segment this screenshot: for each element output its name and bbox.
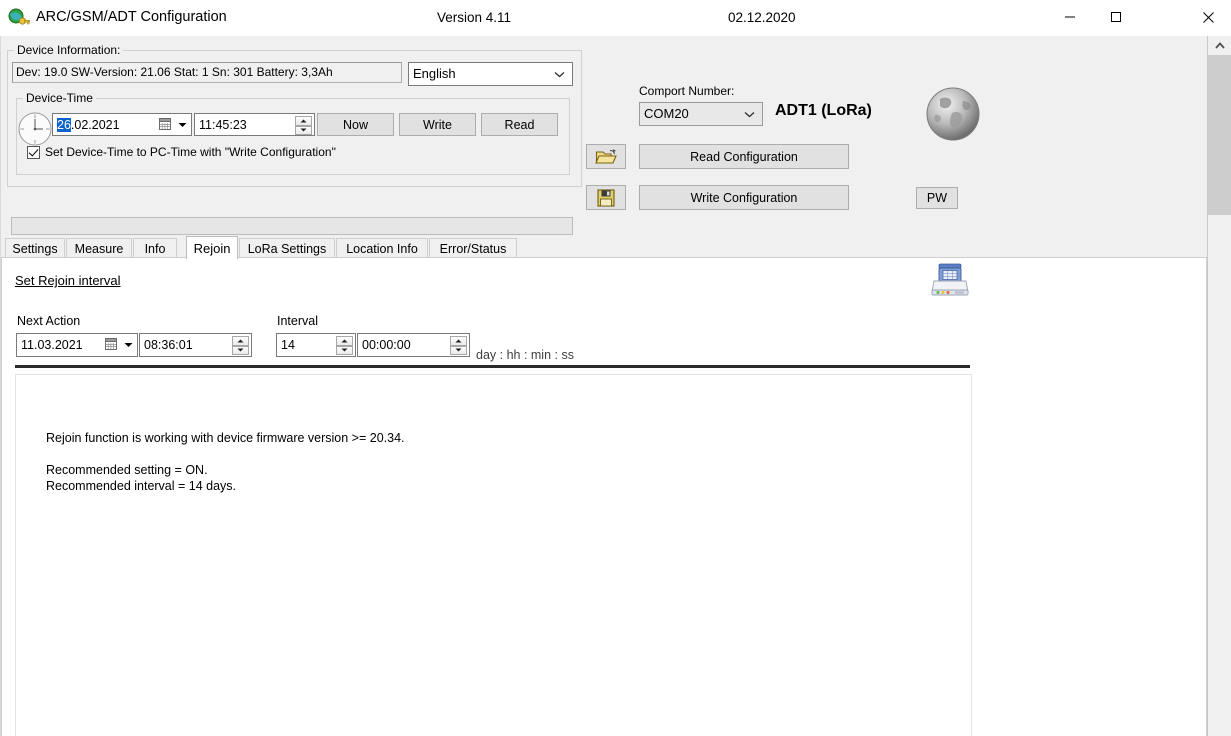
next-action-date-value: 11.03.2021 xyxy=(21,338,83,352)
set-device-time-checkbox-label: Set Device-Time to PC-Time with "Write C… xyxy=(45,145,336,159)
app-date: 02.12.2020 xyxy=(728,10,796,25)
language-select[interactable]: English xyxy=(408,62,573,86)
read-time-button[interactable]: Read xyxy=(481,113,558,136)
configuration-header-panel: Device Information: Dev: 19.0 SW-Version… xyxy=(1,36,1207,235)
spinner-up-icon[interactable] xyxy=(232,336,249,346)
next-action-time-spinner[interactable] xyxy=(232,336,249,355)
device-time-date-text: 26.02.2021 xyxy=(57,116,120,134)
interval-days-value: 14 xyxy=(281,338,295,352)
window-body: Device Information: Dev: 19.0 SW-Version… xyxy=(0,36,1208,736)
spinner-up-icon[interactable] xyxy=(295,116,312,126)
fax-machine-icon xyxy=(930,262,970,298)
rejoin-info-line-1: Rejoin function is working with device f… xyxy=(46,431,405,445)
clock-icon xyxy=(17,111,53,147)
interval-time-value: 00:00:00 xyxy=(362,338,411,352)
date-dropdown-arrow-icon[interactable] xyxy=(124,334,133,356)
device-time-time-picker[interactable]: 11:45:23 xyxy=(194,113,315,136)
globe-key-icon xyxy=(8,8,30,28)
minimize-button[interactable] xyxy=(1047,0,1093,34)
close-button[interactable] xyxy=(1185,0,1231,34)
spinner-down-icon[interactable] xyxy=(336,345,353,355)
next-action-time-picker[interactable]: 08:36:01 xyxy=(139,333,252,357)
rejoin-info-line-2: Recommended setting = ON. Recommended in… xyxy=(46,463,237,493)
window-title: ARC/GSM/ADT Configuration xyxy=(36,9,227,25)
chevron-down-icon xyxy=(554,63,565,85)
globe-icon xyxy=(922,83,984,145)
write-configuration-button[interactable]: Write Configuration xyxy=(639,185,849,210)
tab-measure[interactable]: Measure xyxy=(66,238,132,258)
maximize-button[interactable] xyxy=(1093,0,1139,34)
device-time-label: Device-Time xyxy=(23,91,96,105)
scrollbar-thumb[interactable] xyxy=(1208,55,1231,215)
comport-select[interactable]: COM20 xyxy=(639,102,763,126)
rejoin-info-panel: Rejoin function is working with device f… xyxy=(15,374,972,736)
language-select-value: English xyxy=(413,66,456,81)
comport-number-label: Comport Number: xyxy=(639,84,735,98)
open-folder-icon xyxy=(595,148,617,164)
interval-time-picker[interactable]: 00:00:00 xyxy=(357,333,470,357)
save-config-file-button[interactable] xyxy=(586,185,626,210)
section-divider xyxy=(15,365,970,368)
rejoin-tab-page: Set Rejoin interval Next Action Interval… xyxy=(1,258,1207,736)
calendar-icon[interactable] xyxy=(105,337,119,352)
calendar-icon[interactable] xyxy=(159,117,173,132)
device-time-group: Device-Time 26.02.2021 11:45:23 Now Writ… xyxy=(16,91,570,175)
device-information-summary: Dev: 19.0 SW-Version: 21.06 Stat: 1 Sn: … xyxy=(12,62,402,83)
set-device-time-checkbox-row[interactable]: Set Device-Time to PC-Time with "Write C… xyxy=(27,145,336,159)
write-time-button[interactable]: Write xyxy=(399,113,476,136)
window-vertical-scrollbar[interactable] xyxy=(1207,36,1231,736)
device-information-label: Device Information: xyxy=(14,43,124,57)
open-config-file-button[interactable] xyxy=(586,144,626,169)
interval-time-spinner[interactable] xyxy=(450,336,467,355)
tab-bar: Settings Measure Info Rejoin LoRa Settin… xyxy=(1,236,1207,259)
device-type-label: ADT1 (LoRa) xyxy=(775,102,872,119)
tab-lora-settings[interactable]: LoRa Settings xyxy=(239,238,335,258)
progress-bar xyxy=(11,217,573,235)
spinner-up-icon[interactable] xyxy=(336,336,353,346)
interval-label: Interval xyxy=(277,314,318,328)
next-action-label: Next Action xyxy=(17,314,81,328)
floppy-disk-icon xyxy=(597,188,615,207)
spinner-up-icon[interactable] xyxy=(450,336,467,346)
device-time-time-text: 11:45:23 xyxy=(199,118,247,132)
interval-days-spinner[interactable] xyxy=(336,336,353,355)
spinner-down-icon[interactable] xyxy=(295,125,312,135)
tab-location-info[interactable]: Location Info xyxy=(336,238,428,258)
interval-days-stepper[interactable]: 14 xyxy=(276,333,356,357)
device-time-date-picker[interactable]: 26.02.2021 xyxy=(52,113,192,136)
app-version: Version 4.11 xyxy=(437,10,512,25)
device-time-date-day-selected: 26 xyxy=(57,118,71,132)
read-configuration-button[interactable]: Read Configuration xyxy=(639,144,849,169)
device-time-spinner[interactable] xyxy=(295,116,312,135)
interval-format-hint: day : hh : min : ss xyxy=(476,348,574,362)
password-button[interactable]: PW xyxy=(916,187,958,209)
spinner-down-icon[interactable] xyxy=(232,345,249,355)
date-dropdown-arrow-icon[interactable] xyxy=(178,114,187,135)
tab-error-status[interactable]: Error/Status xyxy=(429,238,517,258)
device-time-date-rest: .02.2021 xyxy=(70,118,120,132)
tab-info[interactable]: Info xyxy=(133,238,177,258)
comport-select-value: COM20 xyxy=(644,106,689,121)
scroll-up-arrow-icon[interactable] xyxy=(1208,36,1231,55)
section-title-set-rejoin-interval: Set Rejoin interval xyxy=(15,273,121,288)
chevron-down-icon xyxy=(744,103,755,125)
next-action-date-picker[interactable]: 11.03.2021 xyxy=(16,333,138,357)
next-action-time-value: 08:36:01 xyxy=(144,338,193,352)
tab-underline xyxy=(1,257,1207,258)
tab-settings[interactable]: Settings xyxy=(5,238,65,258)
application-window: ARC/GSM/ADT Configuration Version 4.11 0… xyxy=(0,0,1231,736)
tab-rejoin[interactable]: Rejoin xyxy=(186,236,238,259)
set-device-time-checkbox[interactable] xyxy=(27,145,40,159)
spinner-down-icon[interactable] xyxy=(450,345,467,355)
now-button[interactable]: Now xyxy=(317,113,394,136)
title-bar: ARC/GSM/ADT Configuration Version 4.11 0… xyxy=(0,0,1231,37)
